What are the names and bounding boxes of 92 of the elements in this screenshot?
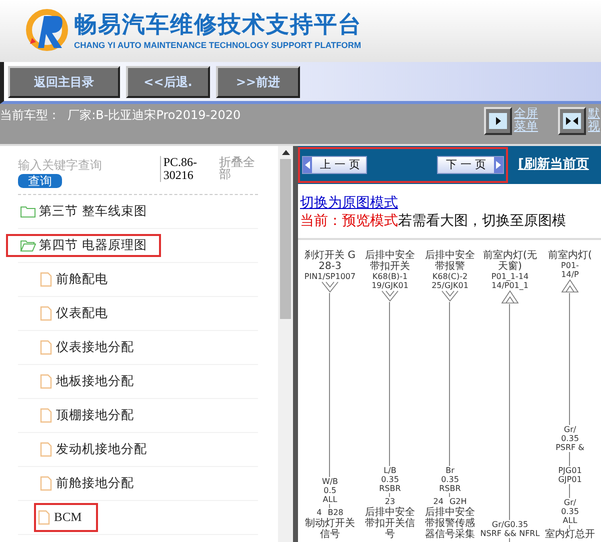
wire-label: Br: [446, 466, 454, 475]
switch-mode-link[interactable]: 切换为原图模式: [300, 194, 398, 212]
file-icon: [38, 510, 50, 525]
connector-code: 14/P: [561, 270, 579, 279]
wire-label: ALL: [322, 495, 338, 504]
arrow-right-icon: [489, 113, 507, 129]
component-label: 后排中安全带扣开关: [364, 250, 416, 272]
wire-label: L/B: [384, 466, 396, 475]
panel-toggle-button[interactable]: [558, 107, 586, 135]
next-page-button[interactable]: 下 一 页: [437, 156, 504, 174]
logo-icon: [24, 8, 70, 54]
split-arrows-icon: [563, 113, 581, 129]
signal-label: 后排中安全带扣开关信号: [364, 507, 416, 540]
toolbar-button[interactable]: <<后退.: [126, 66, 210, 98]
wire-label: PSRF &: [556, 443, 584, 452]
wire-label: Gr/G0.35: [492, 520, 528, 529]
open-folder-icon: [20, 239, 36, 252]
tree-file-item[interactable]: 顶棚接地分配: [38, 401, 136, 430]
mode-hint-text: 若需看大图，切换至原图模: [398, 212, 566, 230]
keyword-search-field[interactable]: 输入关键字查询: [18, 156, 158, 174]
scrollbar-thumb[interactable]: [280, 159, 291, 319]
signal-label: 制动灯开关信号: [304, 518, 356, 540]
wire-label: PJG01: [558, 466, 582, 475]
arrow-left-icon: [303, 157, 312, 173]
refresh-page-link[interactable]: [刷新当前页: [518, 155, 589, 175]
pin-code: G2H: [449, 497, 467, 506]
scrollbar[interactable]: [278, 146, 293, 542]
vehicle-model-text: 当前车型： 厂家:B-比亚迪宋Pro2019-2020: [0, 107, 242, 124]
connector-icon: [501, 290, 519, 304]
tree-file-item[interactable]: BCM: [34, 503, 98, 532]
tree-file-item[interactable]: 地板接地分配: [38, 367, 136, 396]
connector-icon: [321, 281, 339, 293]
tree-file-item[interactable]: 仪表接地分配: [38, 333, 136, 362]
wire-label: GJP01: [558, 475, 582, 484]
scroll-up-icon[interactable]: [282, 150, 290, 155]
wire-label: Gr/: [564, 425, 576, 434]
tree-file-item[interactable]: 前舱配电: [38, 265, 110, 294]
wire-label: 0.5: [324, 486, 336, 495]
site-title: 畅易汽车维修技术支持平台: [74, 10, 362, 39]
connector-code: P01-: [561, 261, 579, 270]
file-icon: [40, 340, 52, 355]
connector-code: PIN1/SP1007: [304, 272, 356, 281]
toolbar-button[interactable]: >>前进: [216, 66, 300, 98]
prev-page-button[interactable]: 上 一 页: [302, 156, 367, 174]
arrow-right-icon: [494, 157, 503, 173]
pin-number: 4: [316, 508, 322, 518]
wire-label: RSBR: [439, 484, 461, 493]
tree-folder-item[interactable]: 第四节 电器原理图: [6, 234, 161, 257]
wire-label: W/B: [322, 477, 338, 486]
signal-label: 后排中安全带报警传感器信号采集: [424, 507, 476, 540]
connector-code: 14/P01_1: [492, 281, 528, 290]
file-icon: [40, 408, 52, 423]
tree-folder-item[interactable]: 第三节 整车线束图: [6, 200, 150, 223]
component-label: 刹灯开关 G28-3: [304, 250, 356, 272]
wire-label: 0.35: [561, 434, 579, 443]
panel-toggle-button[interactable]: [484, 107, 512, 135]
signal-label: 室内灯总开: [544, 529, 596, 540]
connector-icon: [441, 290, 459, 302]
wire-label: ALL: [562, 516, 578, 525]
folder-icon: [20, 205, 36, 218]
wire-label: 0.35: [561, 507, 579, 516]
connector-code: P01_1-14: [491, 272, 529, 281]
file-icon: [40, 374, 52, 389]
connector-icon: [561, 279, 579, 293]
pin-number: 23: [384, 497, 396, 506]
wire-label: 0.35: [381, 475, 399, 484]
current-mode-label: 当前：预览模式: [300, 212, 398, 230]
site-subtitle: CHANG YI AUTO MAINTENANCE TECHNOLOGY SUPPORT PLATFORM: [74, 38, 362, 52]
toolbar-button[interactable]: 返回主目录: [8, 66, 120, 98]
wire-label: Gr/: [564, 498, 576, 507]
connector-code: K68(B)-1: [372, 272, 408, 281]
connector-icon: [381, 290, 399, 302]
tree-file-item[interactable]: 发动机接地分配: [38, 435, 149, 464]
part-number-text: PC.86-30216: [160, 156, 217, 182]
wire-label: NSRF && NFRL: [480, 529, 540, 538]
connector-code: 25/GJK01: [432, 281, 468, 290]
connector-code: 19/GJK01: [372, 281, 408, 290]
connector-code: K68(C)-2: [432, 272, 468, 281]
component-label: 前室内灯(无天窗): [482, 250, 538, 272]
component-label: 后排中安全带报警: [424, 250, 476, 272]
tree-file-item[interactable]: 前舱接地分配: [38, 469, 136, 498]
pin-number: 24: [433, 497, 444, 506]
file-icon: [40, 306, 52, 321]
component-label: 前室内灯(: [547, 250, 593, 261]
wire-label: 0.35: [441, 475, 459, 484]
search-button[interactable]: 查询: [18, 174, 62, 188]
pin-code: B28: [328, 508, 344, 518]
file-icon: [40, 476, 52, 491]
file-icon: [40, 272, 52, 287]
file-icon: [40, 442, 52, 457]
wire-label: RSBR: [379, 484, 401, 493]
tree-file-item[interactable]: 仪表配电: [38, 299, 110, 328]
